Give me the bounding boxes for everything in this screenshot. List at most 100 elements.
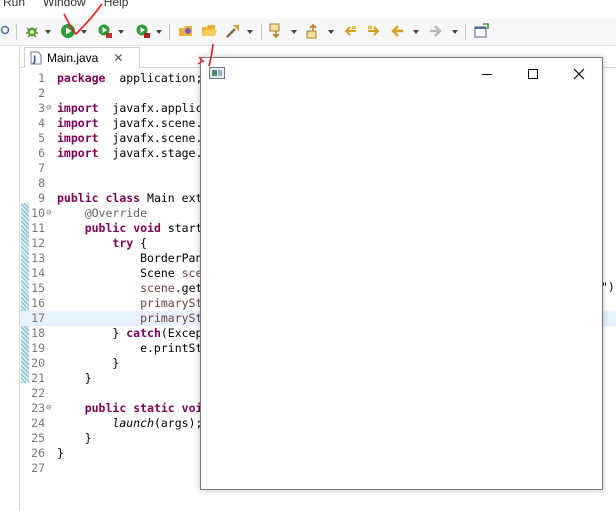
back-icon[interactable] [389,22,407,40]
fold-toggle-icon[interactable]: ⊖ [46,401,54,416]
code-token: primarySt [140,296,203,310]
code-token: @Override [84,206,148,220]
code-token: } [57,371,92,385]
code-text: BorderPan [57,251,202,266]
menu-bar: Run Window Help [0,0,616,11]
code-token: Scene [57,266,182,280]
javafx-application-window[interactable] [200,57,603,490]
code-text: e.printSt [57,341,202,356]
line-number: 22 [31,386,45,400]
code-text: } [57,446,64,461]
previous-annotation-icon[interactable] [304,22,322,40]
code-token: Main ext [140,191,203,205]
code-text: } [57,356,119,371]
next-annotation-icon[interactable] [267,22,285,40]
code-token: scene [140,281,175,295]
line-number: 11 [31,221,45,235]
code-text: import javafx.applica [57,101,209,116]
new-package-icon[interactable] [177,22,195,40]
maximize-button[interactable] [510,58,556,89]
close-icon[interactable]: ✕ [113,51,123,65]
external-tools-icon[interactable] [134,22,152,40]
code-token: public [84,221,127,235]
code-token: } [57,446,64,460]
line-number: 17 [31,311,45,325]
toolbar-separator [465,24,466,40]
line-number: 24 [31,416,45,430]
line-number: 19 [31,341,45,355]
code-token: import [57,146,99,160]
toolbar-separator [261,24,262,40]
code-token: (args); [153,416,203,430]
code-text: import javafx.scene.S [57,116,209,131]
code-text: launch(args); [57,416,202,431]
code-text: @Override [57,206,147,221]
code-text: package application; [57,71,202,86]
line-number: 6 [38,146,45,160]
code-text: primarySt [57,296,202,311]
code-text: scene.get [57,281,202,296]
code-token: public [57,191,99,205]
search-icon[interactable] [0,22,14,40]
code-text: } [57,371,92,386]
tab-label: Main.java [47,51,99,65]
edit-forward-icon[interactable] [365,22,383,40]
toolbar-separator [169,24,170,40]
line-number: 10 [31,206,45,220]
code-token: javafx.applica [98,101,210,115]
code-token: class [105,191,141,205]
code-text: } [57,431,92,446]
open-folder-icon[interactable] [200,22,218,40]
code-token: { [133,236,148,250]
open-perspective-icon[interactable] [472,22,490,40]
external-tools-dropdown[interactable] [156,30,162,34]
coverage-icon[interactable] [96,22,114,40]
debug-dropdown[interactable] [45,30,51,34]
code-text: public class Main ext [57,191,202,206]
code-text: import javafx.stage.S [57,146,209,161]
fold-toggle-icon[interactable]: ⊖ [46,101,54,116]
code-token: application; [105,71,203,85]
code-text: public static voi [57,401,203,416]
menu-help[interactable]: Help [104,0,129,11]
code-token: package [57,71,106,85]
code-token: void [133,221,161,235]
minimize-icon [482,73,492,75]
code-token: .get [174,281,203,295]
back-dropdown[interactable] [413,30,419,34]
previous-annotation-dropdown[interactable] [328,30,334,34]
run-icon[interactable] [59,22,77,40]
minimize-button[interactable] [464,58,510,89]
coverage-dropdown[interactable] [118,30,124,34]
code-token: catch [126,326,161,340]
fold-toggle-icon[interactable]: ⊖ [46,206,54,221]
line-number: 15 [31,281,45,295]
window-titlebar[interactable] [201,58,602,89]
code-text: public void start [57,221,203,236]
line-number: 2 [38,86,45,100]
next-annotation-dropdown[interactable] [291,30,297,34]
menu-window[interactable]: Window [43,0,86,11]
forward-icon[interactable] [426,22,444,40]
build-dropdown[interactable] [247,30,253,34]
last-edit-icon[interactable] [341,22,359,40]
line-number: 27 [31,461,45,475]
forward-dropdown[interactable] [452,30,458,34]
project-explorer-edge [0,46,20,511]
menu-run[interactable]: Run [3,0,25,11]
tab-main-java[interactable]: J Main.java ✕ [24,47,140,68]
code-token: javafx.scene.S [98,116,210,130]
line-number: 7 [38,161,45,175]
close-button[interactable] [556,58,602,89]
code-token: import [57,116,99,130]
debug-icon[interactable] [23,22,41,40]
line-number: 14 [31,266,45,280]
run-dropdown[interactable] [81,30,87,34]
code-token: start [160,221,203,235]
line-number: 23 [31,401,45,415]
code-text: } catch(Excep [57,326,202,341]
build-icon[interactable] [224,22,242,40]
